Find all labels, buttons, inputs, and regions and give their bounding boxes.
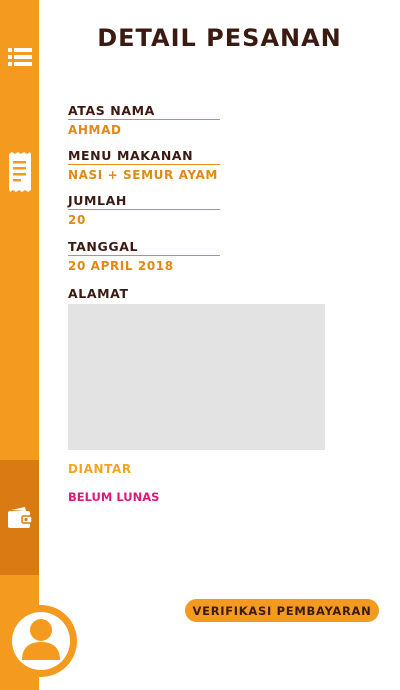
field-label: TANGGAL: [68, 240, 220, 256]
receipt-icon: [8, 152, 32, 192]
address-label: ALAMAT: [68, 286, 129, 301]
user-icon: [19, 616, 63, 666]
payment-status-badge: BELUM LUNAS: [68, 490, 160, 504]
avatar[interactable]: [5, 605, 77, 677]
address-box: [68, 304, 325, 450]
field-atas-nama: ATAS NAMA AHMAD: [68, 104, 220, 137]
field-tanggal: TANGGAL 20 APRIL 2018: [68, 240, 220, 273]
sidebar: [0, 0, 39, 690]
field-jumlah: JUMLAH 20: [68, 194, 220, 227]
sidebar-item-wallet[interactable]: [0, 507, 39, 529]
sidebar-item-receipt[interactable]: [0, 152, 39, 192]
field-value: AHMAD: [68, 123, 122, 137]
field-label: JUMLAH: [68, 194, 220, 210]
field-label: MENU MAKANAN: [68, 149, 220, 165]
field-value: 20: [68, 213, 86, 227]
page-title: DETAIL PESANAN: [97, 24, 342, 52]
wallet-icon: [7, 507, 33, 529]
delivery-status: DIANTAR: [68, 462, 132, 476]
field-label: ATAS NAMA: [68, 104, 220, 120]
avatar-inner: [12, 612, 70, 670]
field-value: NASI + SEMUR AYAM: [68, 168, 218, 182]
verify-payment-button[interactable]: VERIFIKASI PEMBAYARAN: [185, 599, 379, 622]
field-value: 20 APRIL 2018: [68, 259, 174, 273]
field-menu-makanan: MENU MAKANAN NASI + SEMUR AYAM: [68, 149, 220, 182]
